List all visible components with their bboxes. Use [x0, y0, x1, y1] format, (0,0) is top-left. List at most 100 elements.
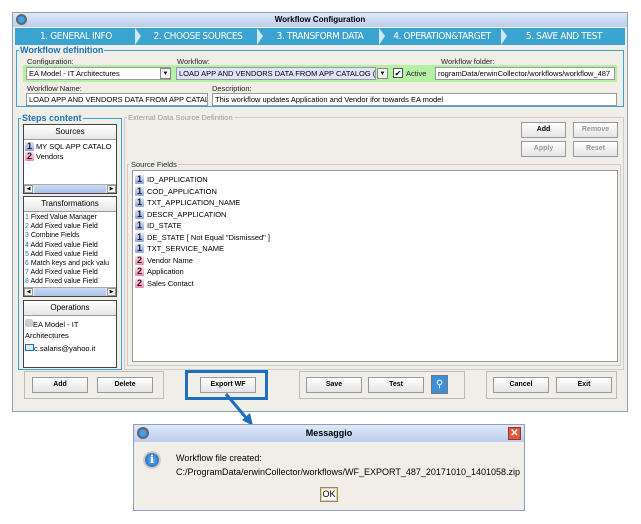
model-icon [25, 319, 33, 327]
operations-panel: Operations EA Model - IT Architectures c… [23, 300, 117, 368]
workflow-select[interactable]: LOAD APP AND VENDORS DATA FROM APP CATAL… [176, 67, 376, 80]
reset-button[interactable]: Reset [573, 141, 618, 157]
source-field-label: COD_APPLICATION [147, 186, 217, 196]
source-field-label: Vendor Name [147, 255, 193, 265]
title-bar: Workflow Configuration [13, 13, 627, 27]
transformation-item[interactable]: 4 Add Fixed value Field [25, 241, 115, 250]
step-save-and-test[interactable]: 5. SAVE AND TEST [503, 28, 625, 45]
workflow-name-field[interactable]: LOAD APP AND VENDORS DATA FROM APP CATAL… [26, 93, 208, 106]
add-button[interactable]: Add [32, 377, 88, 393]
source-badge: 2 [135, 254, 144, 265]
source-item[interactable]: 2 Vendors [25, 152, 115, 162]
transformation-number: 5 [25, 250, 29, 258]
transformation-item[interactable]: 8 Add Fixed value Field [25, 277, 115, 286]
source-field-item[interactable]: 1 TXT_SERVICE_NAME [135, 243, 615, 255]
apply-button[interactable]: Apply [521, 141, 566, 157]
source-field-item[interactable]: 1 DE_STATE [ Not Equal "Dismissed" ] [135, 232, 615, 244]
operation-item[interactable]: EA Model - IT Architectures [25, 319, 115, 341]
source-item[interactable]: 1 MY SQL APP CATALO [25, 142, 115, 152]
source-field-item[interactable]: 1 TXT_APPLICATION_NAME [135, 197, 615, 209]
active-label: Active [406, 69, 427, 78]
step-general-info[interactable]: 1. GENERAL INFO [15, 28, 141, 45]
transformation-label: Add Fixed value Field [30, 223, 98, 231]
source-field-label: DE_STATE [ Not Equal "Dismissed" ] [147, 232, 270, 242]
transformations-panel: Transformations 1 Fixed Value Manager 2 A… [23, 196, 117, 297]
source-field-item[interactable]: 1 ID_APPLICATION [135, 174, 615, 186]
message-dialog: Messaggio ✕ i Workflow file created: C:/… [133, 424, 525, 511]
source-fields-legend: Source Fields [131, 160, 177, 169]
source-badge: 2 [135, 266, 144, 276]
export-wf-button[interactable]: Export WF [200, 377, 256, 393]
transformation-item[interactable]: 5 Add Fixed value Field [25, 250, 115, 259]
sources-header: Sources [24, 125, 116, 140]
description-field[interactable]: This workflow updates Application and Ve… [212, 93, 617, 106]
workflow-definition-legend: Workflow definition [20, 45, 104, 55]
transformation-number: 8 [25, 278, 29, 286]
workflow-configuration-window: Workflow Configuration 1. GENERAL INFO 2… [12, 12, 628, 412]
dialog-title-bar: Messaggio ✕ [134, 425, 524, 442]
source-field-label: Sales Contact [147, 278, 194, 288]
transformation-number: 7 [25, 269, 29, 277]
source-badge: 2 [135, 277, 144, 288]
arrow-icon [224, 393, 253, 426]
transformation-label: Add Fixed value Field [30, 269, 98, 277]
source-field-item[interactable]: 1 COD_APPLICATION [135, 186, 615, 198]
transformation-item[interactable]: 7 Add Fixed value Field [25, 268, 115, 277]
step-transform-data[interactable]: 3. TRANSFORM DATA [259, 28, 385, 45]
source-field-label: ID_APPLICATION [147, 175, 208, 184]
delete-button[interactable]: Delete [97, 377, 153, 393]
folder-field[interactable]: rogramData/erwinCollector/workflows/work… [435, 67, 615, 80]
remove-source-button[interactable]: Remove [573, 122, 618, 138]
test-button[interactable]: Test [368, 377, 424, 393]
name-label: Workflow Name: [27, 84, 82, 93]
source-badge: 1 [135, 174, 144, 184]
dialog-message-line1: Workflow file created: [176, 453, 262, 463]
source-field-item[interactable]: 1 DESCR_APPLICATION [135, 209, 615, 221]
description-label: Description: [212, 84, 252, 93]
chevron-down-icon[interactable]: ▼ [377, 68, 388, 79]
source-label: Vendors [36, 152, 64, 161]
source-field-item[interactable]: 1 ID_STATE [135, 220, 615, 232]
chevron-down-icon[interactable]: ▼ [160, 68, 171, 79]
email-icon [25, 344, 34, 351]
add-source-button[interactable]: Add [521, 122, 566, 138]
transformation-label: Add Fixed value Field [30, 241, 98, 249]
operation-item[interactable]: c.salaris@yahoo.it [25, 343, 115, 354]
cancel-button[interactable]: Cancel [493, 377, 549, 393]
dialog-title: Messaggio [305, 428, 353, 438]
operation-label: c.salaris@yahoo.it [34, 344, 96, 353]
source-fields-list[interactable]: 1 ID_APPLICATION 1 COD_APPLICATION 1 TXT_APPL… [132, 170, 618, 362]
transformation-item[interactable]: 1 Fixed Value Manager [25, 213, 115, 222]
source-field-item[interactable]: 2 Sales Contact [135, 278, 615, 290]
active-checkbox[interactable]: ✔ [393, 68, 403, 78]
source-field-label: ID_STATE [147, 221, 182, 230]
app-gear-icon [16, 14, 27, 25]
source-field-label: TXT_APPLICATION_NAME [147, 198, 241, 207]
source-badge: 1 [135, 220, 144, 230]
source-badge: 1 [135, 197, 144, 207]
source-label: MY SQL APP CATALO [36, 142, 112, 151]
steps-content-legend: Steps content [22, 113, 82, 123]
step-choose-sources[interactable]: 2. CHOOSE SOURCES [137, 28, 263, 45]
app-gear-icon [137, 427, 149, 439]
source-field-item[interactable]: 2 Application [135, 266, 615, 278]
horizontal-scrollbar[interactable]: ◀ ▶ [24, 287, 116, 296]
source-field-label: Application [147, 267, 184, 276]
source-field-label: TXT_SERVICE_NAME [147, 244, 224, 253]
exit-button[interactable]: Exit [556, 377, 612, 393]
save-button[interactable]: Save [306, 377, 362, 393]
horizontal-scrollbar[interactable]: ◀ ▶ [24, 184, 116, 193]
source-field-item[interactable]: 2 Vendor Name [135, 255, 615, 267]
close-icon[interactable]: ✕ [508, 427, 521, 440]
step-operation-target[interactable]: 4. OPERATION&TARGET [381, 28, 507, 45]
ok-button[interactable]: OK [320, 487, 338, 502]
transformation-label: Combine Fields [30, 232, 80, 240]
search-icon[interactable]: ⚲ [431, 375, 448, 394]
transformation-item[interactable]: 2 Add Fixed value Field [25, 222, 115, 231]
transformation-item[interactable]: 6 Match keys and pick valu [25, 259, 115, 268]
source-badge: 1 [135, 243, 144, 253]
source-badge: 1 [135, 231, 144, 242]
configuration-select[interactable]: EA Model - IT Architectures [26, 67, 171, 80]
transformation-item[interactable]: 3 Combine Fields [25, 231, 115, 240]
transformation-number: 2 [25, 223, 29, 231]
